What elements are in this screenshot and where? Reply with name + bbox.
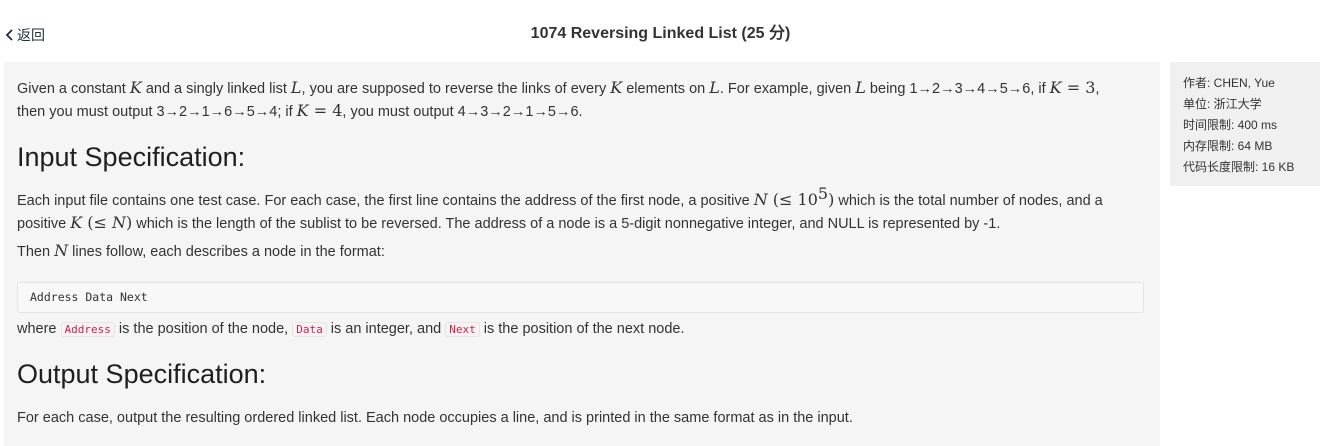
top-bar: 返回 1074 Reversing Linked List (25 分) bbox=[0, 0, 1321, 62]
format-explanation: where Address is the position of the nod… bbox=[17, 321, 685, 337]
inline-code-data: Data bbox=[292, 322, 327, 337]
problem-info-panel: 作者: CHEN, Yue 单位: 浙江大学 时间限制: 400 ms 内存限制… bbox=[1170, 62, 1320, 186]
inline-code-address: Address bbox=[60, 322, 115, 337]
output-spec-description: For each case, output the resulting orde… bbox=[17, 410, 853, 426]
output-spec-heading: Output Specification: bbox=[17, 359, 267, 389]
node-format-intro: Then N lines follow, each describes a no… bbox=[17, 241, 385, 260]
input-spec-description: Each input file contains one test case. … bbox=[17, 184, 1103, 232]
info-author: 作者: CHEN, Yue bbox=[1183, 76, 1275, 90]
problem-content: Given a constant K and a singly linked l… bbox=[4, 62, 1160, 446]
info-code-limit: 代码长度限制: 16 KB bbox=[1183, 160, 1295, 174]
info-memory-limit: 内存限制: 64 MB bbox=[1183, 139, 1273, 153]
inline-code-next: Next bbox=[445, 322, 480, 337]
format-code-block: Address Data Next bbox=[17, 281, 1144, 313]
info-time-limit: 时间限制: 400 ms bbox=[1183, 118, 1278, 132]
info-unit: 单位: 浙江大学 bbox=[1183, 97, 1262, 111]
page-title: 1074 Reversing Linked List (25 分) bbox=[530, 25, 791, 42]
problem-intro: Given a constant K and a singly linked l… bbox=[17, 78, 1100, 120]
input-spec-heading: Input Specification: bbox=[17, 142, 246, 172]
